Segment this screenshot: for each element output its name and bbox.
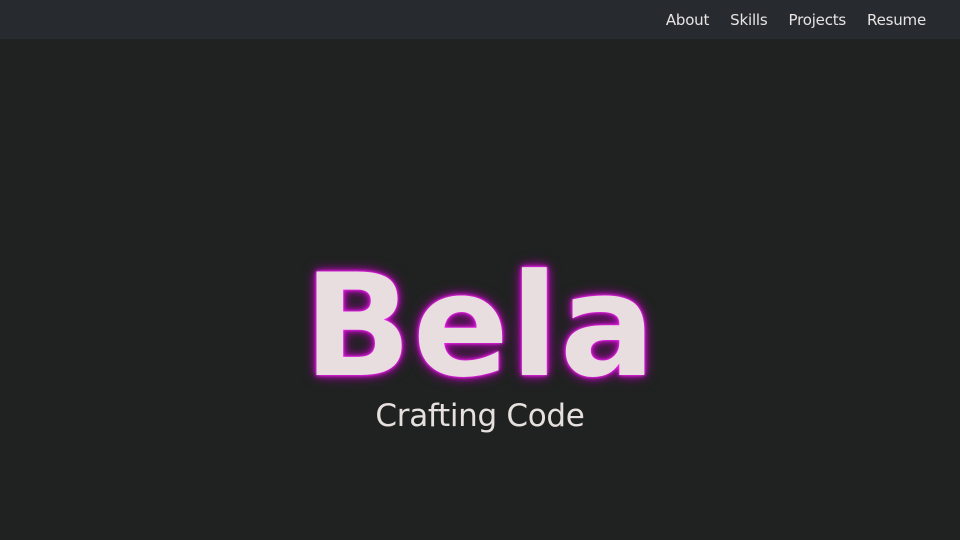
nav-link-about[interactable]: About [666, 11, 710, 29]
hero-name-heading: Bela [303, 244, 657, 410]
nav-link-resume[interactable]: Resume [867, 11, 926, 29]
top-navbar: About Skills Projects Resume [0, 0, 960, 39]
hero-section: Bela Crafting Code [0, 39, 960, 540]
nav-link-projects[interactable]: Projects [789, 11, 847, 29]
hero-tagline: Crafting Code [375, 398, 585, 434]
nav-link-skills[interactable]: Skills [730, 11, 768, 29]
